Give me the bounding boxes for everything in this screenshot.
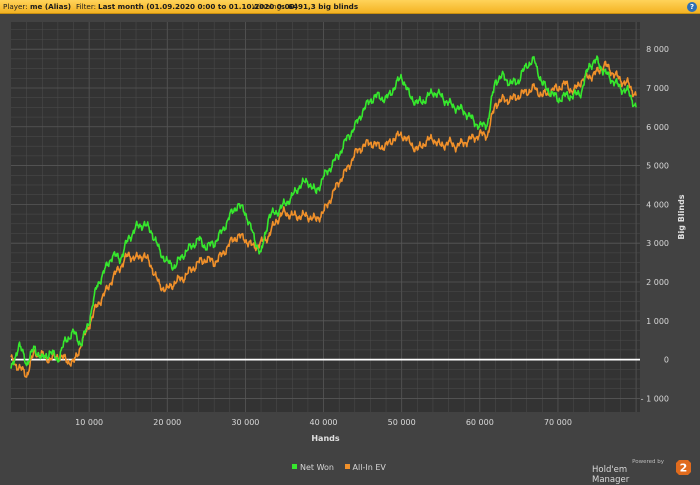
product-name: Hold'em Manager [592,465,630,485]
chart-legend: Net Won All-In EV [292,463,394,472]
x-tick-label: 70 000 [544,418,572,427]
player-value: me (Alias) [30,2,72,11]
branding: Powered by Hold'em Manager 2 [592,456,692,485]
hm2-logo-icon: 2 [676,460,691,475]
y-axis: - 1 000 0 1 000 2 000 3 000 4 000 5 000 6 000 7 … [641,45,669,403]
legend-net-won-label: Net Won [300,463,334,472]
winnings-label: Winnings: [252,2,288,11]
y-tick-label: 6 000 [646,123,669,132]
legend-net-won-swatch [292,464,297,469]
x-tick-label: 10 000 [75,418,103,427]
y-tick-label: 4 000 [646,200,669,209]
y-tick-label: 2 000 [646,278,669,287]
legend-all-in-ev[interactable]: All-In EV [344,463,386,472]
help-icon[interactable]: ? [687,2,697,12]
plot-area [11,22,640,412]
graph-chart: 10 000 20 000 30 000 40 000 50 000 60 000 70 0… [10,22,686,443]
x-axis-label: Hands [311,434,340,443]
legend-net-won[interactable]: Net Won [292,463,334,472]
x-tick-label: 40 000 [310,418,338,427]
legend-all-in-ev-label: All-In EV [352,463,386,472]
y-tick-label: 7 000 [646,84,669,93]
player-label: Player: [3,2,28,11]
legend-all-in-ev-swatch [344,464,350,469]
y-axis-label: Big Blinds [677,194,686,239]
filter-info-bar: Player: me (Alias) Filter: Last month (0… [0,0,700,14]
y-tick-label: 8 000 [646,45,669,54]
y-tick-label: 0 [664,356,669,365]
hm2-logo-number: 2 [680,462,688,475]
filter-label: Filter: [76,2,97,11]
x-tick-label: 60 000 [466,418,494,427]
y-tick-label: 3 000 [646,239,669,248]
x-tick-label: 20 000 [153,418,181,427]
x-tick-label: 50 000 [388,418,416,427]
y-tick-label: - 1 000 [641,394,669,403]
x-tick-label: 30 000 [231,418,259,427]
y-tick-label: 5 000 [646,162,669,171]
winnings-value: 6491,3 big blinds [288,2,359,11]
y-tick-label: 1 000 [646,317,669,326]
x-axis: 10 000 20 000 30 000 40 000 50 000 60 000 70 0… [75,418,572,427]
